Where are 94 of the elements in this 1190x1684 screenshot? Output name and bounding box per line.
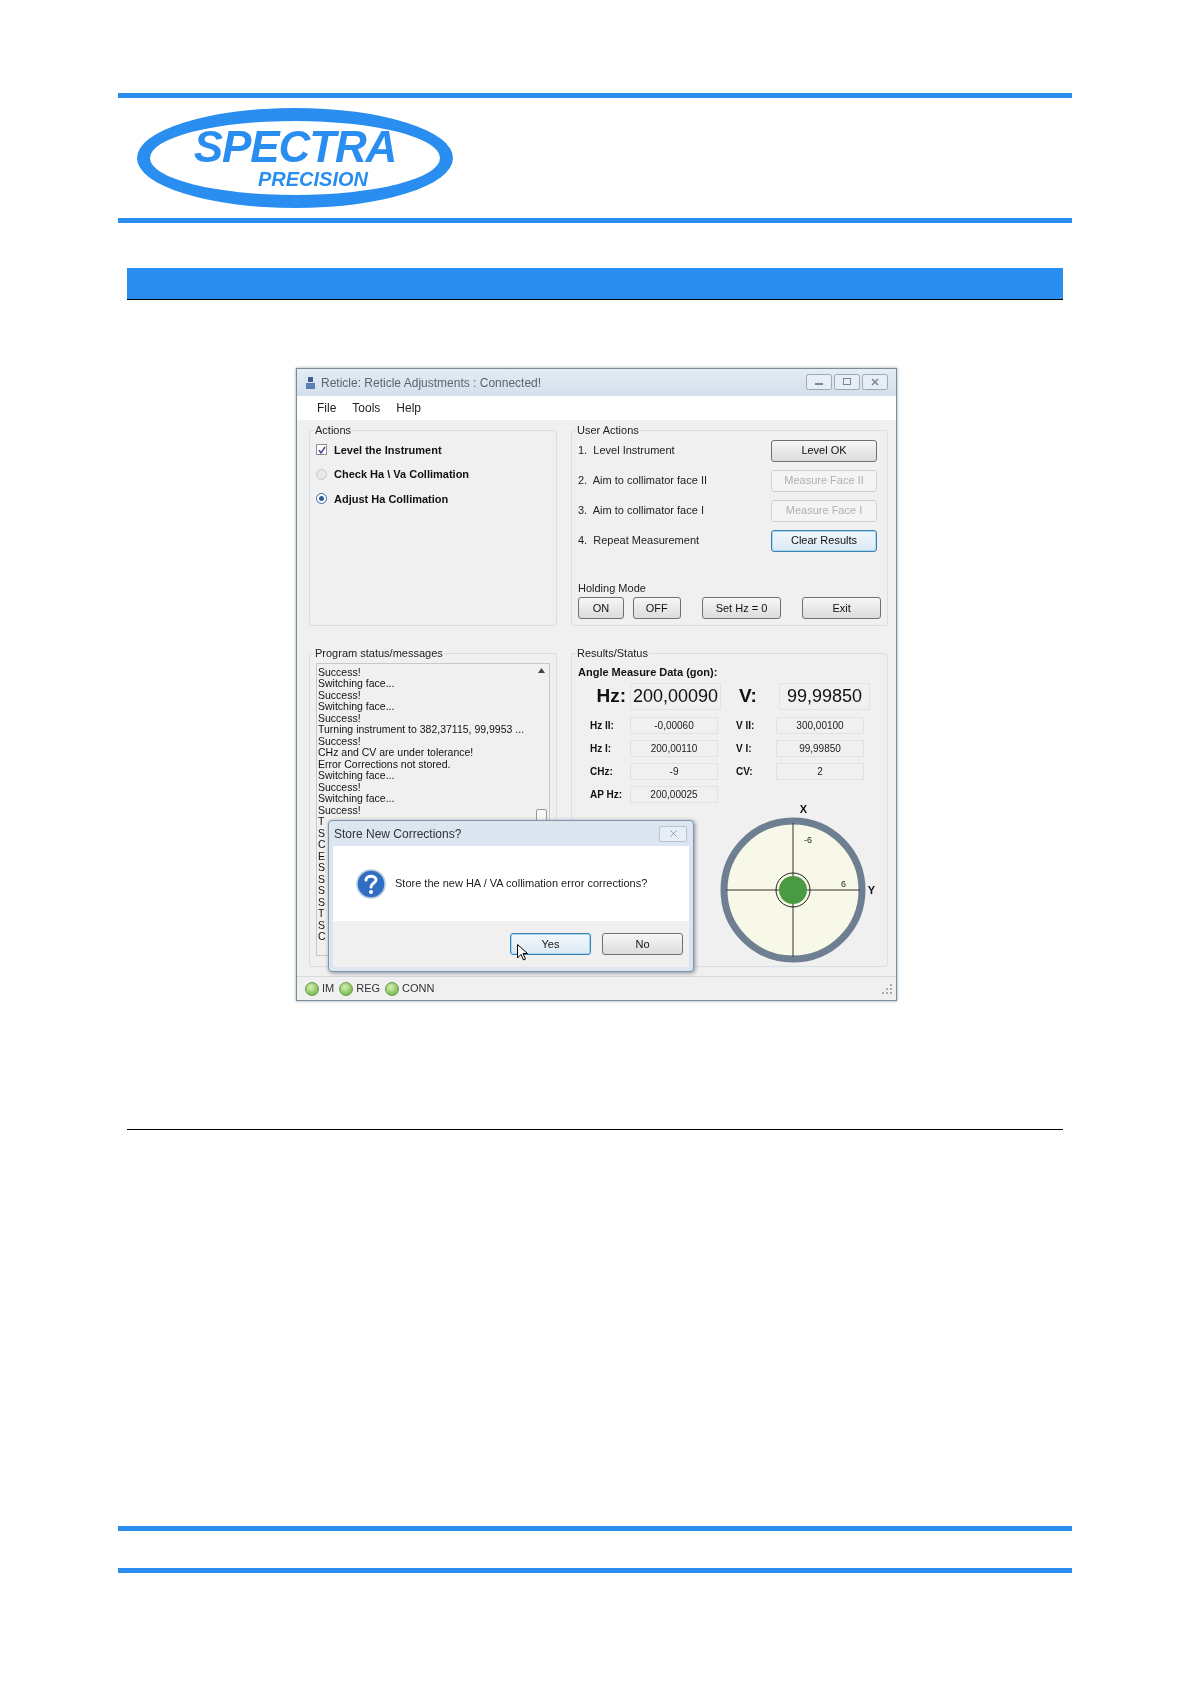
message-line: C (318, 839, 326, 851)
message-line: Success! (318, 781, 361, 793)
field-label: Hz I: (589, 741, 613, 756)
message-line: CHz and CV are under tolerance! (318, 747, 474, 759)
message-line: Switching face... (318, 678, 395, 690)
value-display: 99,99850 (779, 682, 870, 710)
option-label: Adjust Ha Collimation (334, 491, 449, 507)
step-label: 4. Repeat Measurement (578, 533, 700, 549)
checkbox[interactable] (316, 444, 327, 456)
radio-button[interactable] (316, 468, 327, 480)
option-label: Check Ha \ Va Collimation (334, 467, 470, 482)
logo-text: SPECTRA (193, 126, 397, 168)
dialog-title: Store New Corrections? (334, 825, 463, 843)
message-line: Switching face... (318, 701, 395, 713)
action-button[interactable]: ON (578, 597, 624, 619)
action-button[interactable]: Yes (510, 933, 591, 955)
maximize-icon[interactable] (834, 373, 860, 390)
close-icon[interactable] (862, 373, 888, 390)
menu-item[interactable]: Tools (352, 399, 381, 417)
resize-grip-icon[interactable] (882, 983, 892, 994)
tick-label: 6 (840, 879, 846, 889)
message-line: Success! (318, 666, 361, 678)
message-line: T (318, 908, 325, 920)
field-label: Hz II: (589, 718, 615, 733)
value-label: Hz: (595, 684, 627, 708)
message-line: S (318, 919, 325, 931)
value-display: 200,00090 (630, 682, 721, 710)
minimize-icon[interactable] (806, 373, 832, 390)
status-led-icon (385, 981, 400, 996)
status-led-icon (339, 981, 354, 996)
scroll-thumb[interactable] (536, 808, 547, 821)
field-value: 200,00110 (630, 739, 718, 757)
message-line: S (318, 885, 325, 897)
action-button[interactable]: Clear Results (771, 529, 877, 552)
status-led-icon (305, 981, 319, 996)
message-line: Success! (318, 735, 361, 747)
action-button[interactable]: OFF (632, 597, 681, 619)
field-value: -9 (630, 762, 718, 780)
group-title: User Actions (576, 423, 640, 438)
message-line: E (318, 850, 325, 862)
field-label: V II: (735, 718, 756, 733)
field-value: 2 (776, 762, 864, 780)
message-line: C (318, 931, 326, 943)
axis-label: Y (867, 882, 875, 898)
message-line: Error Corrections not stored. (318, 758, 451, 770)
axis-label: X (799, 801, 807, 817)
group-title: Actions (314, 423, 353, 438)
message-line: Turning instrument to 382,37115, 99,9953 ... (318, 724, 525, 736)
action-button[interactable]: No (602, 933, 683, 955)
step-label: 2. Aim to collimator face II (578, 473, 707, 489)
message-line: S (318, 827, 325, 839)
group-title: Results/Status (576, 646, 649, 661)
app-icon (305, 375, 317, 390)
mouse-pointer-icon (517, 944, 528, 961)
option-label: Level the Instrument (334, 442, 442, 458)
field-label: V I: (735, 741, 753, 756)
status-label: REG (356, 981, 381, 997)
field-value: 99,99850 (776, 739, 864, 757)
menu-item[interactable]: File (317, 399, 337, 417)
step-label: 3. Aim to collimator face I (578, 503, 704, 519)
field-value: -0,00060 (630, 716, 718, 734)
radio-button[interactable] (316, 493, 327, 505)
group-title: Program status/messages (314, 646, 444, 661)
step-label: 1. Level Instrument (578, 443, 675, 459)
message-line: T (318, 816, 325, 828)
message-line: Success! (318, 712, 361, 724)
scroll-up-icon[interactable] (538, 667, 545, 673)
status-label: IM (322, 981, 335, 997)
field-value: 300,00100 (776, 716, 864, 734)
question-icon (355, 867, 387, 900)
field-label: CV: (735, 764, 754, 779)
section-heading: Angle Measure Data (gon): (578, 664, 719, 680)
action-button[interactable]: Set Hz = 0 (701, 597, 782, 619)
field-value: 200,00025 (630, 785, 718, 803)
dialog-message: Store the new HA / VA collimation error corrections? (395, 876, 648, 892)
message-line: Success! (318, 804, 361, 816)
tick-label: -6 (803, 835, 812, 845)
close-icon (667, 828, 679, 839)
message-line: S (318, 862, 325, 874)
message-line: Switching face... (318, 793, 395, 805)
field-label: AP Hz: (589, 787, 624, 802)
menu-item[interactable]: Help (396, 399, 422, 417)
status-label: CONN (402, 981, 435, 997)
logo-text: PRECISION (258, 168, 368, 190)
action-button[interactable]: Exit (802, 597, 881, 619)
group-title: Holding Mode (578, 580, 647, 596)
value-label: V: (738, 684, 758, 708)
message-line: Switching face... (318, 770, 395, 782)
message-line: S (318, 873, 325, 885)
window-title: Reticle: Reticle Adjustments : Connected! (321, 374, 543, 392)
action-button[interactable]: Level OK (771, 439, 877, 462)
message-line: Success! (318, 689, 361, 701)
message-line: S (318, 896, 325, 908)
field-label: CHz: (589, 764, 614, 779)
